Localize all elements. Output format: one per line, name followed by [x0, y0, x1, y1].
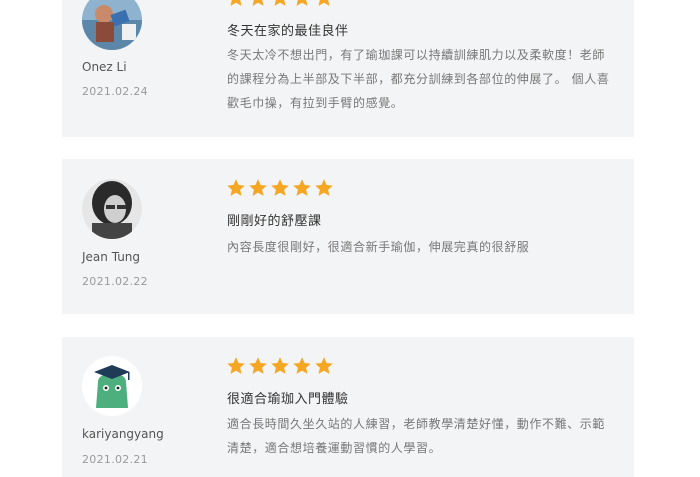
- reviewer-name: kariyangyang: [82, 427, 164, 441]
- review-body: 內容長度很剛好，很適合新手瑜伽，伸展完真的很舒服: [227, 240, 530, 254]
- review-card: Onez Li 2021.02.24 冬天在家的最佳良伴 冬天太冷不想出門，有了…: [62, 0, 634, 137]
- avatar-photo-icon: [82, 0, 142, 50]
- review-date: 2021.02.21: [82, 453, 148, 466]
- avatar: [82, 356, 142, 416]
- star-icon: [274, 0, 286, 6]
- star-icon: [227, 179, 245, 196]
- star-rating: [226, 356, 334, 376]
- review-card: kariyangyang 2021.02.21 很適合瑜珈入門體驗 適合長時間久…: [62, 337, 634, 477]
- review-title: 剛剛好的舒壓課: [227, 214, 322, 229]
- avatar: [82, 0, 142, 50]
- review-card: Jean Tung 2021.02.22 剛剛好的舒壓課 內容長度很剛好，很適合…: [62, 159, 634, 314]
- star-icon: [249, 357, 267, 374]
- star-rating: [226, 178, 334, 198]
- review-title: 很適合瑜珈入門體驗: [227, 392, 349, 407]
- star-icon: [293, 179, 311, 196]
- review-title: 冬天在家的最佳良伴: [227, 24, 349, 39]
- star-icon: [271, 357, 289, 374]
- star-icon: [315, 179, 333, 196]
- star-icon: [318, 0, 330, 6]
- star-icon: [296, 0, 308, 6]
- star-icon: [230, 0, 242, 6]
- reviewer-name: Onez Li: [82, 60, 127, 74]
- avatar-photo-icon: [82, 179, 142, 239]
- star-icon: [315, 357, 333, 374]
- avatar: [82, 179, 142, 239]
- star-icon: [227, 357, 245, 374]
- star-icon: [252, 0, 264, 6]
- review-date: 2021.02.22: [82, 275, 148, 288]
- review-body: 冬天太冷不想出門，有了瑜珈課可以持續訓練肌力以及柔軟度！老師的課程分為上半部及下…: [227, 48, 610, 110]
- star-rating: [226, 0, 334, 8]
- star-icon: [293, 357, 311, 374]
- star-icon: [249, 179, 267, 196]
- graduate-avatar-icon: [82, 356, 142, 416]
- review-body: 適合長時間久坐久站的人練習，老師教學清楚好懂，動作不難、示範清楚，適合想培養運動…: [227, 417, 606, 455]
- reviewer-name: Jean Tung: [82, 250, 141, 264]
- star-icon: [271, 179, 289, 196]
- review-date: 2021.02.24: [82, 85, 148, 98]
